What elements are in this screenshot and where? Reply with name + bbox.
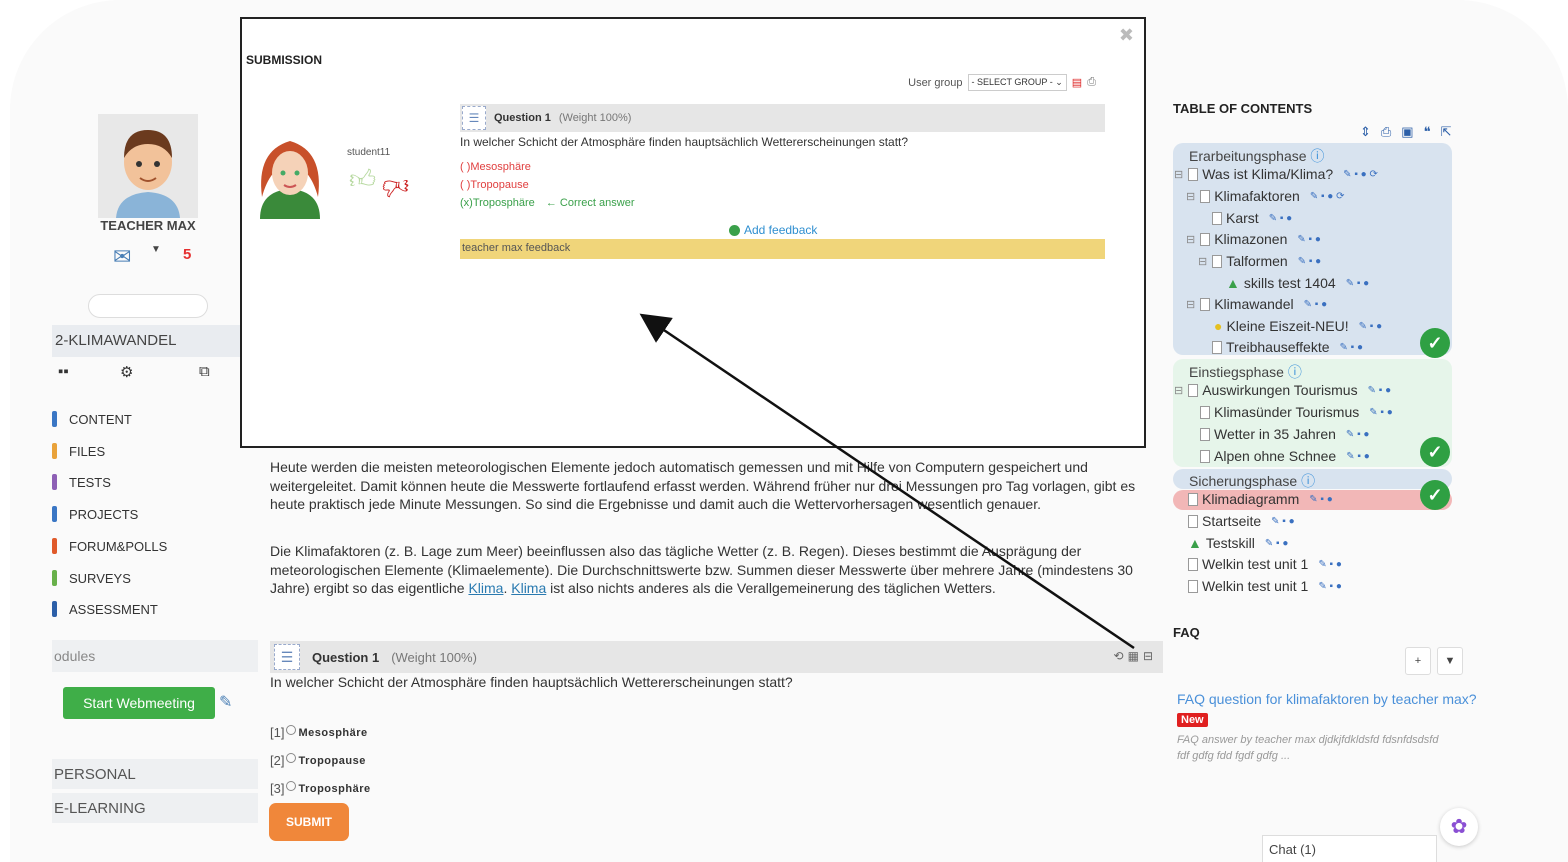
page-icon xyxy=(1200,449,1210,463)
toc-section-title[interactable]: Erarbeitungsphase ⓘ xyxy=(1173,144,1452,164)
page-icon xyxy=(1212,254,1223,268)
section-label: Erarbeitungsphase xyxy=(1189,148,1307,164)
toc-item-label: Klimawandel xyxy=(1214,296,1294,312)
toc-item-label: Klimafaktoren xyxy=(1214,188,1300,204)
toc-item[interactable]: Klimasünder Tourismus ✎ ▪ ● xyxy=(1200,404,1393,420)
test-icon: ▲ xyxy=(1188,535,1202,551)
toc-item[interactable]: Wetter in 35 Jahren ✎ ▪ ● xyxy=(1200,426,1369,442)
faq-actions: + ▼ xyxy=(1405,647,1463,675)
toc-item-label: Welkin test unit 1 xyxy=(1202,556,1309,572)
toc-title: TABLE OF CONTENTS xyxy=(1173,101,1313,116)
toc-item[interactable]: ▲ Testskill ✎ ▪ ● xyxy=(1188,535,1288,551)
page-icon xyxy=(1200,427,1210,441)
toc-item-label: Karst xyxy=(1226,210,1259,226)
page-icon xyxy=(1188,383,1199,397)
check-icon: ✓ xyxy=(1420,480,1450,510)
toc-item-label: Testskill xyxy=(1205,535,1255,551)
toc-item[interactable]: Startseite ✎ ▪ ● xyxy=(1188,513,1295,529)
page-icon xyxy=(1188,492,1198,506)
toc-section-title[interactable]: Sicherungsphase ⓘ xyxy=(1173,469,1452,489)
toc-item-label: Klimasünder Tourismus xyxy=(1214,404,1360,420)
toc-item[interactable]: Alpen ohne Schnee ✎ ▪ ● xyxy=(1200,448,1370,464)
toc-item-label: Talformen xyxy=(1226,253,1288,269)
item-actions-icon[interactable]: ✎ ▪ ● xyxy=(1297,234,1321,245)
toc-item-label: Startseite xyxy=(1202,513,1262,529)
toc-item-label: Kleine Eiszeit-NEU! xyxy=(1226,318,1349,334)
item-actions-icon[interactable]: ✎ ▪ ● xyxy=(1318,581,1342,592)
toc-item-label: Auswirkungen Tourismus xyxy=(1202,382,1358,398)
page-icon xyxy=(1188,167,1199,181)
faq-answer: FAQ answer by teacher max djdkjfdkldsfd … xyxy=(1177,734,1439,762)
toc-item[interactable]: Karst ✎ ▪ ● xyxy=(1212,210,1292,226)
faq-question[interactable]: FAQ question for klimafaktoren by teache… xyxy=(1177,690,1477,730)
toc-item[interactable]: ⊟ Was ist Klima/Klima? ✎ ▪ ● ⟳ xyxy=(1174,166,1378,182)
item-actions-icon[interactable]: ✎ ▪ ● xyxy=(1265,538,1289,549)
toc-item[interactable]: ⊟ Auswirkungen Tourismus ✎ ▪ ● xyxy=(1174,382,1391,398)
item-actions-icon[interactable]: ✎ ▪ ● xyxy=(1298,256,1322,267)
toc-item-label: Wetter in 35 Jahren xyxy=(1214,426,1336,442)
toc-item-label: Welkin test unit 1 xyxy=(1202,578,1309,594)
toc-item[interactable]: ⊟ Klimawandel ✎ ▪ ● xyxy=(1186,296,1327,312)
item-actions-icon[interactable]: ✎ ▪ ● xyxy=(1369,407,1393,418)
item-actions-icon[interactable]: ✎ ▪ ● xyxy=(1309,494,1333,505)
item-actions-icon[interactable]: ✎ ▪ ● xyxy=(1346,429,1370,440)
toc-item[interactable]: ⊟ Klimazonen ✎ ▪ ● xyxy=(1186,231,1321,247)
page-icon xyxy=(1188,514,1198,528)
toc-item[interactable]: ▲ skills test 1404 ✎ ▪ ● xyxy=(1226,275,1369,291)
faq-menu-button[interactable]: ▼ xyxy=(1437,647,1463,675)
item-actions-icon[interactable]: ✎ ▪ ● xyxy=(1304,299,1328,310)
toc-item[interactable]: ● Kleine Eiszeit-NEU! ✎ ▪ ● xyxy=(1214,318,1382,334)
toc-section-title[interactable]: Einstiegsphase ⓘ xyxy=(1173,360,1452,380)
bulb-icon: ● xyxy=(1214,318,1223,334)
info-icon[interactable]: ⓘ xyxy=(1288,364,1302,380)
info-icon[interactable]: ⓘ xyxy=(1301,473,1315,489)
page-icon xyxy=(1200,189,1211,203)
chat-widget[interactable]: Chat (1) xyxy=(1262,835,1437,862)
item-actions-icon[interactable]: ✎ ▪ ● xyxy=(1271,516,1295,527)
page-icon xyxy=(1200,232,1211,246)
toc-item-label: Alpen ohne Schnee xyxy=(1214,448,1337,464)
info-icon[interactable]: ⓘ xyxy=(1310,148,1324,164)
item-actions-icon[interactable]: ✎ ▪ ● xyxy=(1346,278,1370,289)
page-icon xyxy=(1200,405,1210,419)
page-icon xyxy=(1200,297,1211,311)
item-actions-icon[interactable]: ✎ ▪ ● xyxy=(1340,342,1364,353)
page-icon xyxy=(1212,211,1222,225)
item-actions-icon[interactable]: ✎ ▪ ● ⟳ xyxy=(1343,169,1378,180)
toc-item-label: Klimazonen xyxy=(1214,231,1288,247)
page-icon xyxy=(1188,579,1198,593)
toc-item-label: skills test 1404 xyxy=(1243,275,1336,291)
faq-question-text: FAQ question for klimafaktoren by teache… xyxy=(1177,691,1477,707)
new-badge: New xyxy=(1177,713,1208,727)
toc-item[interactable]: Welkin test unit 1 ✎ ▪ ● xyxy=(1188,578,1342,594)
toc-item[interactable]: Welkin test unit 1 ✎ ▪ ● xyxy=(1188,556,1342,572)
item-actions-icon[interactable]: ✎ ▪ ● xyxy=(1269,213,1293,224)
toc-item[interactable]: Treibhauseffekte ✎ ▪ ● xyxy=(1212,339,1363,355)
item-actions-icon[interactable]: ✎ ▪ ● xyxy=(1346,451,1370,462)
item-actions-icon[interactable]: ✎ ▪ ● xyxy=(1318,559,1342,570)
test-icon: ▲ xyxy=(1226,275,1240,291)
toc-item-label: Was ist Klima/Klima? xyxy=(1202,166,1334,182)
section-label: Sicherungsphase xyxy=(1189,473,1298,489)
toc-item[interactable]: ⊟ Talformen ✎ ▪ ● xyxy=(1198,253,1321,269)
add-faq-button[interactable]: + xyxy=(1405,647,1431,675)
faq-title: FAQ xyxy=(1173,625,1200,640)
toc-item-label: Klimadiagramm xyxy=(1202,491,1300,507)
toc-item[interactable]: ⊟ Klimafaktoren ✎ ▪ ● ⟳ xyxy=(1186,188,1345,204)
page-icon xyxy=(1188,557,1198,571)
toc-item-label: Treibhauseffekte xyxy=(1226,339,1330,355)
item-actions-icon[interactable]: ✎ ▪ ● xyxy=(1368,385,1392,396)
toc-toolbar[interactable]: ⇕⎙▣❝⇱ xyxy=(1360,124,1461,140)
ai-assistant-icon[interactable]: ✿ xyxy=(1440,808,1478,846)
section-label: Einstiegsphase xyxy=(1189,364,1284,380)
item-actions-icon[interactable]: ✎ ▪ ● ⟳ xyxy=(1310,191,1345,202)
check-icon: ✓ xyxy=(1420,437,1450,467)
check-icon: ✓ xyxy=(1420,328,1450,358)
toc-item-active[interactable]: Klimadiagramm ✎ ▪ ● xyxy=(1188,491,1333,507)
page-icon xyxy=(1212,340,1222,354)
item-actions-icon[interactable]: ✎ ▪ ● xyxy=(1359,321,1383,332)
